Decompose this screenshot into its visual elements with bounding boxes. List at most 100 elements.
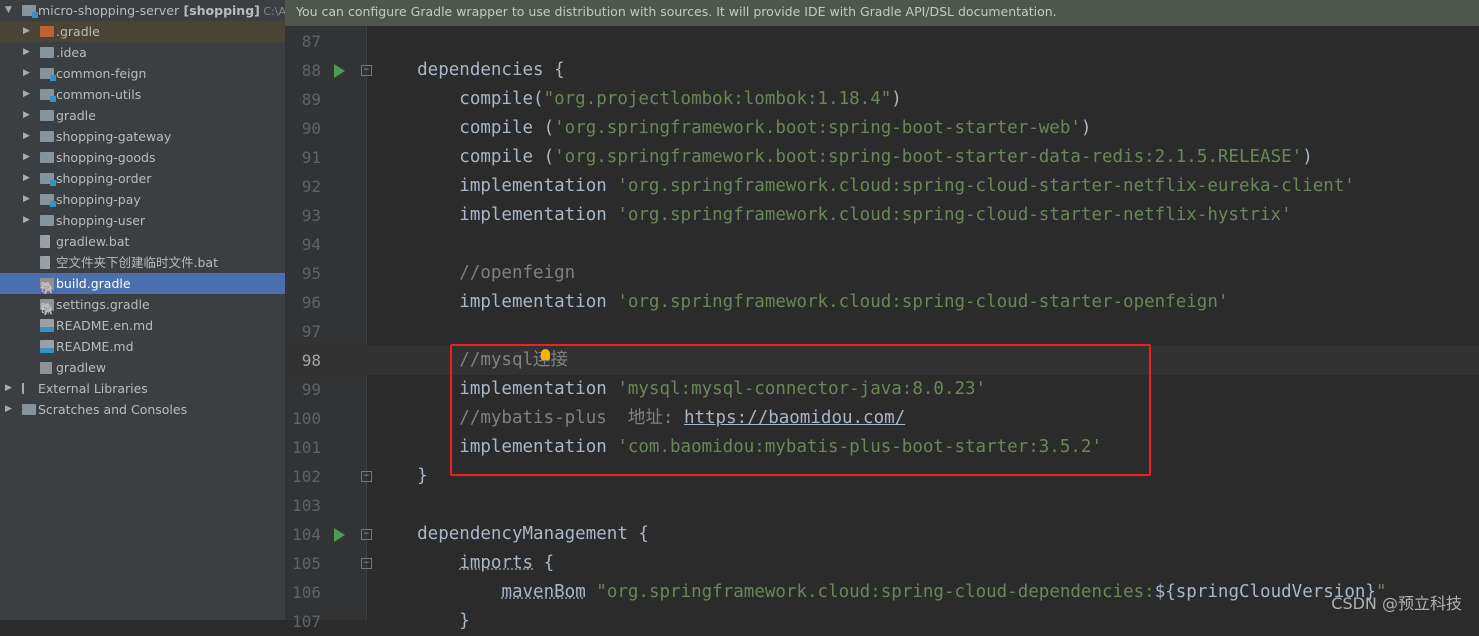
tree-item[interactable]: gradlew bbox=[0, 357, 285, 378]
code-line[interactable]: 107 } bbox=[285, 607, 1479, 636]
code-token: compile ( bbox=[375, 118, 555, 138]
expand-arrow-icon[interactable]: ▶ bbox=[23, 168, 30, 189]
module-folder-icon bbox=[40, 194, 56, 207]
tree-item-label: gradlew bbox=[56, 360, 107, 375]
fold-marker-icon[interactable]: − bbox=[361, 471, 372, 482]
expand-arrow-icon[interactable]: ▶ bbox=[23, 21, 30, 42]
code-line[interactable]: 93 implementation 'org.springframework.c… bbox=[285, 201, 1479, 230]
text-file-icon bbox=[40, 235, 50, 248]
project-tree[interactable]: ▼micro-shopping-server [shopping] C:\AW▶… bbox=[0, 0, 285, 620]
expand-arrow-icon[interactable]: ▶ bbox=[5, 378, 12, 399]
expand-arrow-icon[interactable]: ▶ bbox=[23, 126, 30, 147]
tree-item[interactable]: ▶ shopping-gateway bbox=[0, 126, 285, 147]
tree-item[interactable]: ▶ shopping-order bbox=[0, 168, 285, 189]
code-line[interactable]: 90 compile ('org.springframework.boot:sp… bbox=[285, 114, 1479, 143]
expand-arrow-icon[interactable]: ▶ bbox=[23, 189, 30, 210]
expand-arrow-icon[interactable]: ▶ bbox=[23, 210, 30, 231]
code-token: implementation bbox=[375, 176, 618, 196]
tree-item[interactable]: ▶ gradle bbox=[0, 105, 285, 126]
expand-arrow-icon[interactable]: ▶ bbox=[23, 105, 30, 126]
line-number: 88 bbox=[301, 61, 321, 80]
fold-marker-icon[interactable]: − bbox=[361, 65, 372, 76]
expand-arrow-icon[interactable]: ▶ bbox=[23, 42, 30, 63]
tree-item[interactable]: ▶ common-utils bbox=[0, 84, 285, 105]
tree-item-label: micro-shopping-server [shopping] C:\AW bbox=[38, 0, 285, 22]
line-number: 92 bbox=[301, 177, 321, 196]
code-line[interactable]: 94 bbox=[285, 230, 1479, 259]
tree-item-label: gradlew.bat bbox=[56, 234, 130, 249]
tree-item[interactable]: ▶ shopping-pay bbox=[0, 189, 285, 210]
string-literal: 'org.springframework.boot:spring-boot-st… bbox=[554, 147, 1303, 167]
module-folder-icon bbox=[22, 5, 38, 18]
intention-bulb-icon[interactable] bbox=[541, 349, 550, 360]
tree-item[interactable]: ▶ .idea bbox=[0, 42, 285, 63]
gradle-wrapper-notification: You can configure Gradle wrapper to use … bbox=[285, 0, 1479, 26]
line-number: 100 bbox=[292, 409, 321, 428]
line-number: 103 bbox=[292, 496, 321, 515]
code-line[interactable]: 104 − dependencyManagement { bbox=[285, 520, 1479, 549]
code-text: //openfeign bbox=[375, 259, 575, 288]
code-line[interactable]: 103 bbox=[285, 491, 1479, 520]
code-text: dependencyManagement { bbox=[375, 520, 649, 549]
run-gutter-icon[interactable] bbox=[334, 528, 345, 542]
tree-item[interactable]: ▶ External Libraries bbox=[0, 378, 285, 399]
code-text: mavenBom "org.springframework.cloud:spri… bbox=[375, 578, 1386, 607]
expand-arrow-icon[interactable]: ▶ bbox=[5, 399, 12, 420]
tree-item[interactable]: README.en.md bbox=[0, 315, 285, 336]
expand-arrow-icon[interactable]: ▶ bbox=[23, 84, 30, 105]
code-line[interactable]: 105 − imports { bbox=[285, 549, 1479, 578]
code-line[interactable]: 87 bbox=[285, 27, 1479, 56]
tree-item[interactable]: ▼ micro-shopping-server [shopping] C:\AW bbox=[0, 0, 285, 21]
tree-item[interactable]: 🐘 settings.gradle bbox=[0, 294, 285, 316]
code-line[interactable]: 88 − dependencies { bbox=[285, 56, 1479, 85]
code-line[interactable]: 97 bbox=[285, 317, 1479, 346]
code-line[interactable]: 106 mavenBom "org.springframework.cloud:… bbox=[285, 578, 1479, 607]
line-number: 91 bbox=[301, 148, 321, 167]
tree-item-label: External Libraries bbox=[38, 381, 148, 396]
code-token: ) bbox=[1080, 118, 1092, 138]
folder-icon bbox=[40, 47, 54, 58]
line-number: 107 bbox=[292, 612, 321, 631]
markdown-file-icon bbox=[40, 319, 54, 332]
code-text: } bbox=[375, 462, 428, 491]
text-file-icon bbox=[40, 256, 50, 269]
fold-marker-icon[interactable]: − bbox=[361, 558, 372, 569]
tree-item[interactable]: 🐘 build.gradle bbox=[0, 273, 285, 295]
code-line[interactable]: 89 compile("org.projectlombok:lombok:1.1… bbox=[285, 85, 1479, 114]
code-line[interactable]: 96 implementation 'org.springframework.c… bbox=[285, 288, 1479, 317]
code-token: } bbox=[375, 611, 470, 631]
code-editor[interactable]: 87 88 − dependencies {89 compile("org.proj… bbox=[285, 26, 1479, 631]
code-text: dependencies { bbox=[375, 56, 565, 85]
tree-item[interactable]: 空文件夹下创建临时文件.bat bbox=[0, 252, 285, 273]
tree-item-label: README.md bbox=[56, 339, 134, 354]
code-token: dependencyManagement { bbox=[375, 524, 649, 544]
tree-item[interactable]: ▶ shopping-goods bbox=[0, 147, 285, 168]
code-text: imports { bbox=[375, 549, 554, 578]
tree-item[interactable]: gradlew.bat bbox=[0, 231, 285, 252]
tree-item[interactable]: ▶ Scratches and Consoles bbox=[0, 399, 285, 420]
gradle-elephant-icon: 🐘 bbox=[40, 278, 55, 295]
tree-item-label: 空文件夹下创建临时文件.bat bbox=[56, 255, 218, 270]
tree-item[interactable]: ▶ .gradle bbox=[0, 21, 285, 42]
expand-arrow-icon[interactable]: ▼ bbox=[5, 0, 12, 21]
code-line[interactable]: 92 implementation 'org.springframework.c… bbox=[285, 172, 1479, 201]
tree-item-label: build.gradle bbox=[56, 276, 131, 291]
code-text: compile ('org.springframework.boot:sprin… bbox=[375, 114, 1091, 143]
tree-item[interactable]: ▶ shopping-user bbox=[0, 210, 285, 231]
line-number: 101 bbox=[292, 438, 321, 457]
run-gutter-icon[interactable] bbox=[334, 64, 345, 78]
tree-item[interactable]: ▶ common-feign bbox=[0, 63, 285, 84]
comment: //openfeign bbox=[375, 263, 576, 283]
line-number: 102 bbox=[292, 467, 321, 486]
expand-arrow-icon[interactable]: ▶ bbox=[23, 147, 30, 168]
fold-marker-icon[interactable]: − bbox=[361, 529, 372, 540]
code-line[interactable]: 95 //openfeign bbox=[285, 259, 1479, 288]
tree-item-label: gradle bbox=[56, 108, 96, 123]
line-number: 105 bbox=[292, 554, 321, 573]
tree-item[interactable]: README.md bbox=[0, 336, 285, 357]
line-number: 87 bbox=[301, 32, 321, 51]
expand-arrow-icon[interactable]: ▶ bbox=[23, 63, 30, 84]
code-line[interactable]: 91 compile ('org.springframework.boot:sp… bbox=[285, 143, 1479, 172]
